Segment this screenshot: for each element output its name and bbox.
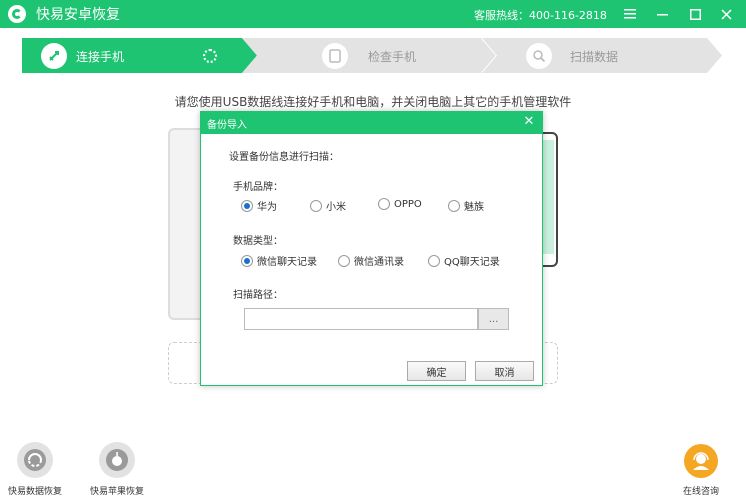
ok-button[interactable]: 确定 (407, 361, 466, 381)
step-scan-data: 扫描数据 (482, 38, 722, 73)
cancel-button[interactable]: 取消 (475, 361, 534, 381)
radio-checked-icon (241, 199, 253, 212)
app-window: 快易安卓恢复 客服热线：400-116-2818 连接手机 检查手机 扫描数据 … (0, 0, 746, 496)
data-recovery-tool[interactable]: 快易数据恢复 (8, 442, 62, 496)
radio-checked-icon (241, 254, 253, 267)
step-check-phone: 检查手机 (242, 38, 497, 73)
browse-button[interactable]: ... (478, 308, 509, 330)
brand-label: 手机品牌： (233, 182, 283, 193)
apple-recovery-icon (99, 442, 135, 478)
dialog-close-icon[interactable]: ✕ (522, 115, 536, 129)
tool-label: 快易苹果恢复 (90, 487, 145, 496)
radio-unchecked-icon (448, 199, 460, 212)
step-label: 连接手机 (76, 50, 125, 64)
dialog-heading: 设置备份信息进行扫描： (229, 152, 339, 163)
backup-import-dialog: 备份导入 ✕ 设置备份信息进行扫描： 手机品牌： 华为 小米 OPPO 魅族 数… (200, 111, 543, 386)
usb-icon (41, 43, 67, 69)
radio-unchecked-icon (428, 254, 440, 267)
step-label: 检查手机 (368, 50, 417, 64)
tool-label: 快易数据恢复 (8, 487, 63, 496)
radio-unchecked-icon (378, 198, 390, 210)
step-progress-bar: 连接手机 检查手机 扫描数据 (22, 38, 722, 73)
scan-path-label: 扫描路径： (233, 290, 283, 301)
scan-path-input[interactable] (244, 308, 478, 330)
radio-unchecked-icon (338, 254, 350, 267)
hotline-text: 客服热线：400-116-2818 (474, 9, 607, 22)
close-icon[interactable] (716, 4, 736, 24)
radio-brand-huawei[interactable]: 华为 (241, 198, 277, 213)
step-connect-phone: 连接手机 (22, 38, 257, 73)
radio-type-wechat-chat[interactable]: 微信聊天记录 (241, 253, 317, 268)
radio-brand-oppo[interactable]: OPPO (378, 198, 422, 210)
data-type-label: 数据类型： (233, 236, 283, 247)
data-recovery-icon (17, 442, 53, 478)
step-label: 扫描数据 (570, 50, 619, 64)
radio-type-wechat-contacts[interactable]: 微信通讯录 (338, 253, 404, 268)
online-support-button[interactable]: 在线咨询 (683, 444, 719, 496)
hamburger-icon[interactable] (620, 4, 640, 24)
apple-recovery-tool[interactable]: 快易苹果恢复 (90, 442, 144, 496)
radio-brand-xiaomi[interactable]: 小米 (310, 198, 346, 213)
dialog-title-bar: 备份导入 ✕ (201, 112, 542, 134)
radio-unchecked-icon (310, 199, 322, 212)
phone-icon (322, 43, 348, 69)
title-bar: 快易安卓恢复 客服热线：400-116-2818 (0, 0, 746, 28)
minimize-icon[interactable] (652, 4, 672, 24)
radio-type-qq-chat[interactable]: QQ聊天记录 (428, 253, 500, 268)
app-title: 快易安卓恢复 (36, 7, 120, 23)
dialog-title: 备份导入 (207, 119, 247, 131)
connection-hint-text: 请您使用USB数据线连接好手机和电脑，并关闭电脑上其它的手机管理软件 (174, 95, 572, 109)
radio-brand-meizu[interactable]: 魅族 (448, 198, 484, 213)
app-logo-icon (8, 5, 26, 23)
customer-service-icon (684, 444, 718, 478)
loading-spinner-icon (203, 49, 217, 63)
search-icon (526, 43, 552, 69)
support-label: 在线咨询 (683, 487, 720, 496)
maximize-icon[interactable] (685, 4, 705, 24)
